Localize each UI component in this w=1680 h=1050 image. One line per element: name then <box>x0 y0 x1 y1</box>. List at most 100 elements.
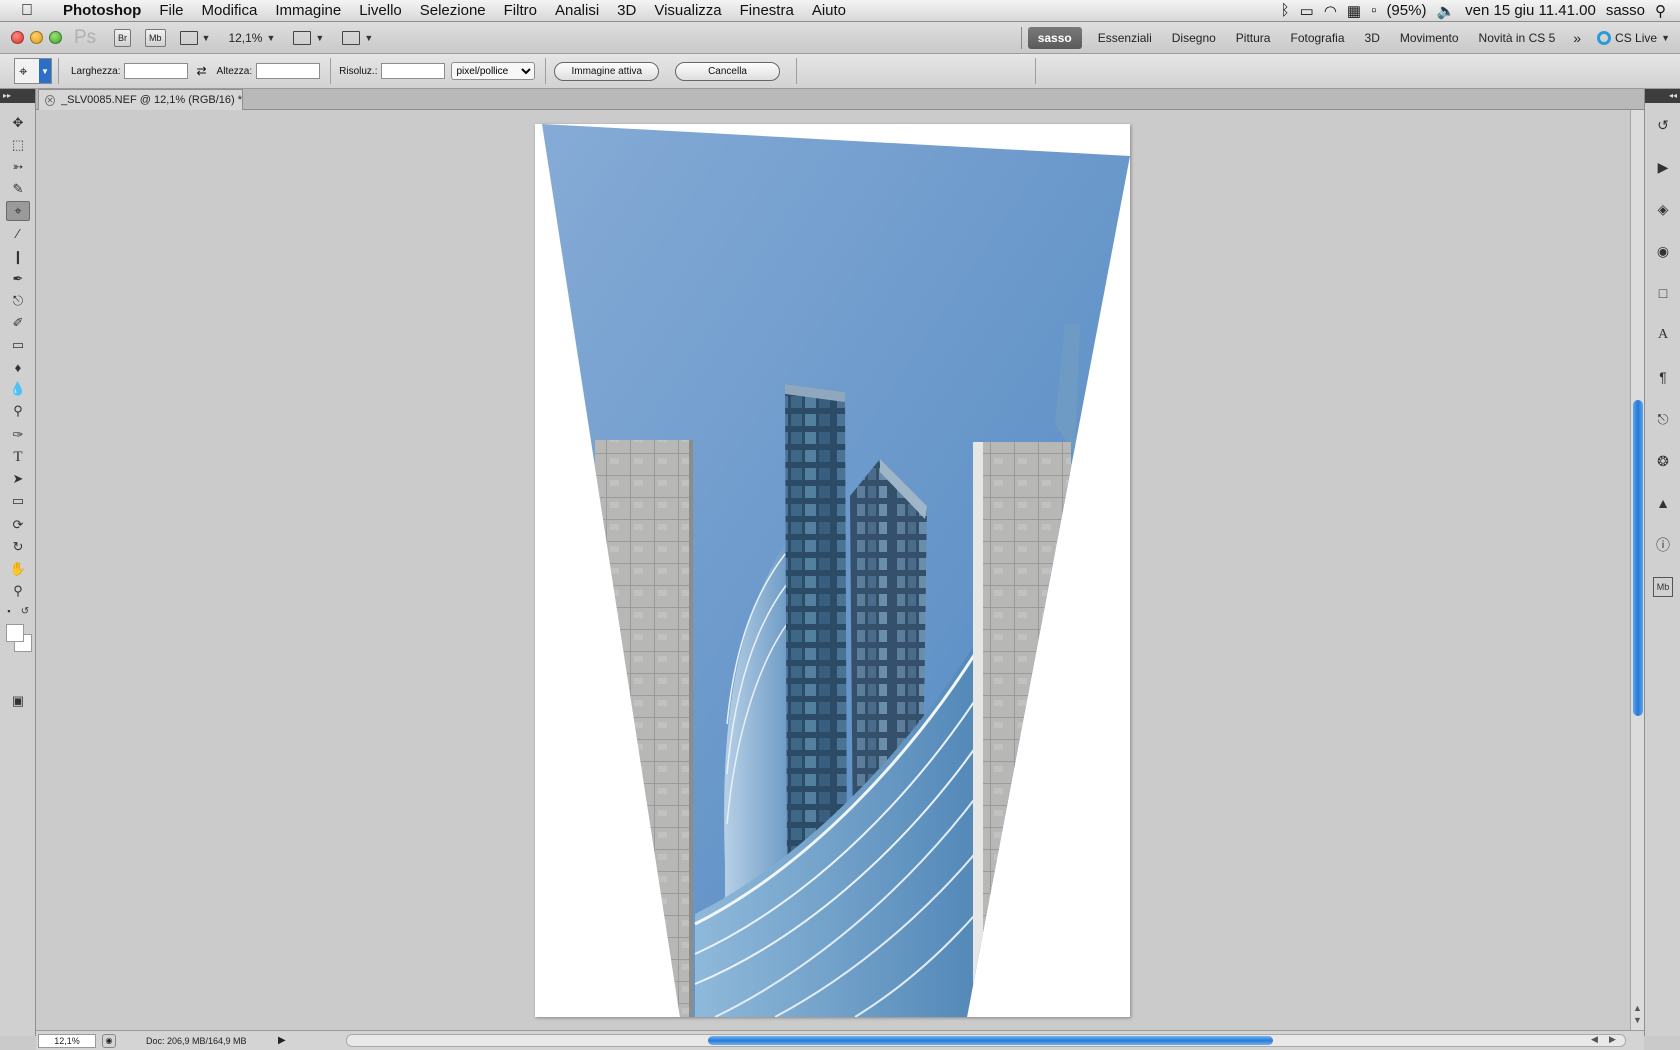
height-field[interactable] <box>256 63 321 79</box>
display-icon[interactable]: ▭ <box>1300 2 1314 20</box>
lasso-icon[interactable]: ➳ <box>6 157 30 177</box>
swap-dimensions-icon[interactable]: ⇄ <box>196 64 206 78</box>
close-tab-icon[interactable]: ✕ <box>45 94 56 106</box>
healing-icon[interactable]: ❙ <box>6 247 30 267</box>
history-panel-icon[interactable]: ↺ <box>1653 115 1673 135</box>
menu-immagine[interactable]: Immagine <box>266 2 350 19</box>
menu-3d[interactable]: 3D <box>608 2 645 19</box>
info-panel-icon[interactable]: ⓘ <box>1653 535 1673 555</box>
zoom-level-menu[interactable]: 12,1% ▼ <box>228 31 275 45</box>
type-icon[interactable]: T <box>6 447 30 467</box>
workspace-fotografia[interactable]: Fotografia <box>1280 31 1354 45</box>
apple-menu-icon[interactable]:  <box>0 2 54 20</box>
bluetooth-icon[interactable]: ᛒ <box>1281 2 1290 19</box>
character-panel-icon[interactable]: A <box>1653 325 1673 345</box>
move-icon[interactable]: ✥ <box>6 113 30 133</box>
volume-icon[interactable]: 🔈 <box>1436 2 1455 20</box>
menu-visualizza[interactable]: Visualizza <box>645 2 730 19</box>
brushes-panel-icon[interactable]: ❂ <box>1653 451 1673 471</box>
vertical-scrollbar[interactable]: ▲ ▼ <box>1630 110 1644 1030</box>
menu-aiuto[interactable]: Aiuto <box>803 2 855 19</box>
scroll-down-icon[interactable]: ▼ <box>1633 1015 1642 1025</box>
workspace-pittura[interactable]: Pittura <box>1226 31 1281 45</box>
paragraph-panel-icon[interactable]: ¶ <box>1653 367 1673 387</box>
paths-panel-icon[interactable]: □ <box>1653 283 1673 303</box>
bridge-button[interactable]: Br <box>114 28 131 47</box>
status-zoom-field[interactable]: 12,1% <box>38 1033 96 1048</box>
front-image-button[interactable]: Immagine attiva <box>554 61 660 81</box>
workspace-sasso[interactable]: sasso <box>1027 26 1082 49</box>
blur-icon[interactable]: 💧 <box>6 379 30 399</box>
eraser-icon[interactable]: ▭ <box>6 335 30 355</box>
spotlight-search-icon[interactable]: ⚲ <box>1655 2 1666 20</box>
channels-panel-icon[interactable]: ◉ <box>1653 241 1673 261</box>
canvas-area[interactable] <box>36 110 1630 1030</box>
pen-icon[interactable]: ✑ <box>6 425 30 445</box>
workspace-3d[interactable]: 3D <box>1355 31 1390 45</box>
brush-icon[interactable]: ✒ <box>6 269 30 289</box>
hand-icon[interactable]: ✋ <box>6 559 30 579</box>
menu-finestra[interactable]: Finestra <box>731 2 803 19</box>
battery-percent[interactable]: (95%) <box>1386 2 1426 19</box>
tool-preset-picker[interactable]: ⌖ ▼ <box>14 58 52 84</box>
path-select-icon[interactable]: ➤ <box>6 469 30 489</box>
view-extras-menu[interactable]: ▼ <box>179 30 210 45</box>
minimize-window-button[interactable] <box>30 31 43 44</box>
history-brush-icon[interactable]: ✐ <box>6 313 30 333</box>
zoom-icon[interactable]: ⚲ <box>6 581 30 601</box>
menu-selezione[interactable]: Selezione <box>411 2 495 19</box>
bucket-icon[interactable]: ♦ <box>6 357 30 377</box>
scroll-right-icon[interactable]: ▶ <box>1609 1034 1616 1045</box>
document-tab[interactable]: ✕ _SLV0085.NEF @ 12,1% (RGB/16) * <box>38 89 243 110</box>
wifi-icon[interactable]: ◠ <box>1324 2 1337 20</box>
screen-mode-menu[interactable]: ▼ <box>342 30 373 45</box>
menu-modifica[interactable]: Modifica <box>193 2 267 19</box>
horizontal-scroll-thumb[interactable] <box>708 1036 1273 1045</box>
horizontal-scrollbar[interactable]: ◀ ▶ <box>346 1034 1626 1047</box>
actions-panel-icon[interactable]: ▶ <box>1653 157 1673 177</box>
clock[interactable]: ven 15 giu 11.41.00 <box>1465 2 1596 19</box>
3d-rotate-icon[interactable]: ⟳ <box>6 515 30 535</box>
marquee-icon[interactable]: ⬚ <box>6 135 30 155</box>
dodge-icon[interactable]: ⚲ <box>6 401 30 421</box>
menu-analisi[interactable]: Analisi <box>546 2 608 19</box>
vertical-scroll-thumb[interactable] <box>1633 400 1643 716</box>
zoom-window-button[interactable] <box>49 31 62 44</box>
eyedropper-icon[interactable]: ∕ <box>6 223 30 243</box>
arrange-documents-menu[interactable]: ▼ <box>293 30 324 45</box>
workspace-disegno[interactable]: Disegno <box>1162 31 1226 45</box>
menu-livello[interactable]: Livello <box>350 2 411 19</box>
panel-collapse-icon[interactable]: ◂◂ <box>1645 89 1680 103</box>
status-info-icon[interactable]: ◉ <box>102 1033 116 1048</box>
more-workspaces-icon[interactable]: » <box>1565 30 1589 46</box>
cs-live-menu[interactable]: CS Live ▼ <box>1589 30 1680 45</box>
swap-colors-icon[interactable]: ↺ <box>18 601 32 621</box>
menu-file[interactable]: File <box>150 2 192 19</box>
mini-bridge-panel-icon[interactable]: Mb <box>1653 577 1673 597</box>
scroll-left-icon[interactable]: ◀ <box>1591 1034 1598 1045</box>
status-menu-arrow-icon[interactable]: ▶ <box>278 1035 286 1046</box>
document-canvas[interactable] <box>535 124 1130 1017</box>
clear-button[interactable]: Cancella <box>675 61 780 81</box>
quick-select-icon[interactable]: ✎ <box>6 179 30 199</box>
layers-panel-icon[interactable]: ◈ <box>1653 199 1673 219</box>
quick-mask-icon[interactable]: ▣ <box>6 691 30 711</box>
rectangle-icon[interactable]: ▭ <box>6 491 30 511</box>
calendar-icon[interactable]: ▦ <box>1347 2 1361 20</box>
scroll-up-icon[interactable]: ▲ <box>1633 1003 1642 1013</box>
clone-source-panel-icon[interactable]: ⎋ <box>1653 409 1673 429</box>
3d-orbit-icon[interactable]: ↻ <box>6 537 30 557</box>
battery-icon[interactable]: ▫ <box>1371 2 1376 19</box>
crop-icon[interactable]: ⌖ <box>6 201 30 221</box>
resolution-field[interactable] <box>381 63 446 79</box>
close-window-button[interactable] <box>11 31 24 44</box>
panel-collapse-icon[interactable]: ▸▸ <box>0 89 35 103</box>
resolution-unit-select[interactable]: pixel/pollice <box>451 62 536 80</box>
histogram-panel-icon[interactable]: ▲ <box>1653 493 1673 513</box>
workspace-essenziali[interactable]: Essenziali <box>1088 31 1162 45</box>
mini-bridge-button[interactable]: Mb <box>145 28 166 47</box>
width-field[interactable] <box>124 63 189 79</box>
menu-filtro[interactable]: Filtro <box>495 2 546 19</box>
user-name[interactable]: sasso <box>1606 2 1645 19</box>
default-colors-icon[interactable]: ▪ <box>2 601 16 621</box>
